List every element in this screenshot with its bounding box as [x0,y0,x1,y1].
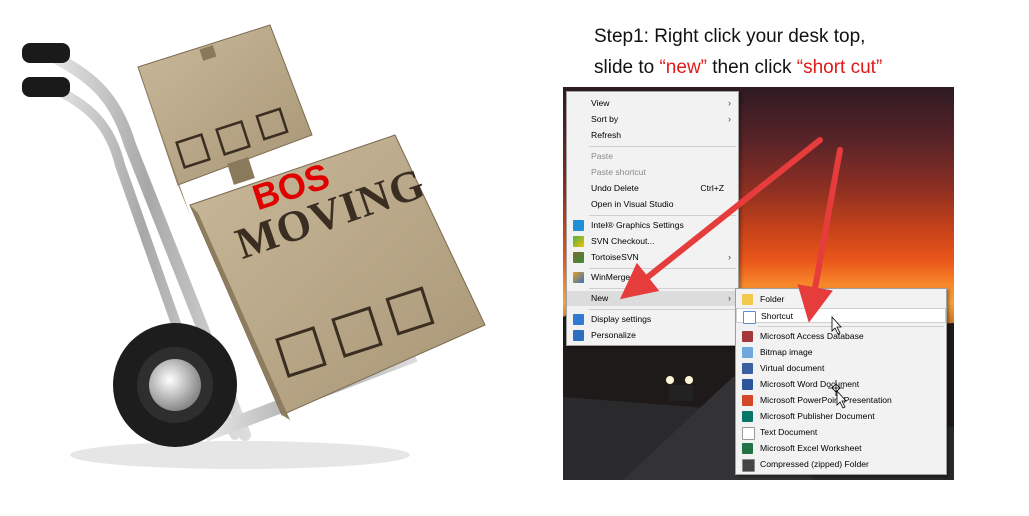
submenu-item-folder[interactable]: Folder [736,292,946,307]
access-icon [742,331,753,342]
svn-checkout-icon [573,236,584,247]
submenu-item-powerpoint[interactable]: Microsoft PowerPoint Presentation [736,393,946,408]
menu-item-view[interactable]: View › [567,96,738,111]
shortcut-icon [743,311,756,324]
word-icon [742,379,753,390]
menu-item-label: Sort by [591,114,619,124]
personalize-icon [573,330,584,341]
submenu-item-label: Microsoft PowerPoint Presentation [760,395,892,405]
menu-item-label: Undo Delete [591,183,639,193]
instruction-line-1: Step1: Right click your desk top, [594,26,866,47]
submenu-item-label: Compressed (zipped) Folder [760,459,869,469]
menu-item-label: Intel® Graphics Settings [591,220,684,230]
keyboard-shortcut: Ctrl+Z [700,183,724,193]
instruction-line-2: slide to “new” then click “short cut” [594,57,882,79]
menu-item-label: WinMerge [591,272,631,282]
text-document-icon [742,427,755,440]
menu-item-intel-graphics[interactable]: Intel® Graphics Settings [567,218,738,233]
submenu-item-label: Virtual document [760,363,825,373]
new-submenu: Folder Shortcut Microsoft Access Databas… [735,288,947,475]
menu-separator [589,146,736,147]
menu-item-label: Refresh [591,130,622,140]
submenu-item-bitmap-image[interactable]: Bitmap image [736,345,946,360]
tortoisesvn-icon [573,252,584,263]
display-settings-icon [573,314,584,325]
submenu-item-label: Text Document [760,427,818,437]
menu-item-sort-by[interactable]: Sort by › [567,112,738,127]
submenu-item-label: Microsoft Publisher Document [760,411,875,421]
instruction-shortcut-highlight: “short cut” [796,57,883,78]
submenu-item-label: Microsoft Access Database [760,331,864,341]
submenu-item-access-database[interactable]: Microsoft Access Database [736,329,946,344]
virtual-document-icon [742,363,753,374]
menu-item-svn-checkout[interactable]: SVN Checkout... [567,234,738,249]
menu-item-undo-delete[interactable]: Undo Delete Ctrl+Z [567,181,738,196]
chevron-right-icon: › [728,114,731,124]
chevron-right-icon: › [728,293,731,303]
instruction-new-highlight: “new” [659,57,707,78]
instruction-middle: then click [707,57,797,78]
submenu-item-label: Folder [760,294,785,304]
menu-item-label: Paste [591,151,613,161]
publisher-icon [742,411,753,422]
excel-icon [742,443,753,454]
submenu-item-word-document[interactable]: Microsoft Word Document [736,377,946,392]
menu-item-label: Display settings [591,314,652,324]
intel-graphics-icon [573,220,584,231]
menu-item-label: View [591,98,610,108]
submenu-item-shortcut[interactable]: Shortcut [736,308,946,324]
chevron-right-icon: › [728,252,731,262]
menu-item-label: Open in Visual Studio [591,199,674,209]
submenu-item-text-document[interactable]: Text Document [736,425,946,440]
menu-separator [589,288,736,289]
menu-item-label: New [591,293,609,303]
menu-item-paste-shortcut[interactable]: Paste shortcut [567,165,738,180]
menu-item-refresh[interactable]: Refresh [567,128,738,143]
menu-item-label: SVN Checkout... [591,236,655,246]
powerpoint-icon [742,395,753,406]
submenu-item-label: Bitmap image [760,347,813,357]
desktop-context-menu: View › Sort by › Refresh Paste Paste short… [566,91,739,346]
submenu-item-label: Microsoft Word Document [760,379,860,389]
menu-item-winmerge[interactable]: WinMerge [567,270,738,285]
chevron-right-icon: › [728,98,731,108]
menu-item-open-in-visual-studio[interactable]: Open in Visual Studio [567,197,738,212]
menu-item-paste[interactable]: Paste [567,149,738,164]
menu-separator [758,326,944,327]
zip-folder-icon [742,459,755,472]
submenu-item-excel-worksheet[interactable]: Microsoft Excel Worksheet [736,441,946,456]
submenu-item-zip-folder[interactable]: Compressed (zipped) Folder [736,457,946,472]
menu-item-display-settings[interactable]: Display settings [567,312,738,327]
menu-item-label: Paste shortcut [591,167,646,177]
menu-item-label: Personalize [591,330,636,340]
bitmap-icon [742,347,753,358]
submenu-item-label: Microsoft Excel Worksheet [760,443,862,453]
menu-item-personalize[interactable]: Personalize [567,328,738,343]
menu-separator [589,268,736,269]
submenu-item-label: Shortcut [761,311,794,321]
folder-icon [742,294,753,305]
instruction-prefix: slide to [594,57,660,78]
winmerge-icon [573,272,584,283]
menu-item-tortoisesvn[interactable]: TortoiseSVN › [567,250,738,265]
submenu-item-virtual-document[interactable]: Virtual document [736,361,946,376]
menu-separator [589,309,736,310]
menu-item-new[interactable]: New › [567,291,738,306]
submenu-item-publisher[interactable]: Microsoft Publisher Document [736,409,946,424]
menu-separator [589,215,736,216]
menu-item-label: TortoiseSVN [591,252,639,262]
